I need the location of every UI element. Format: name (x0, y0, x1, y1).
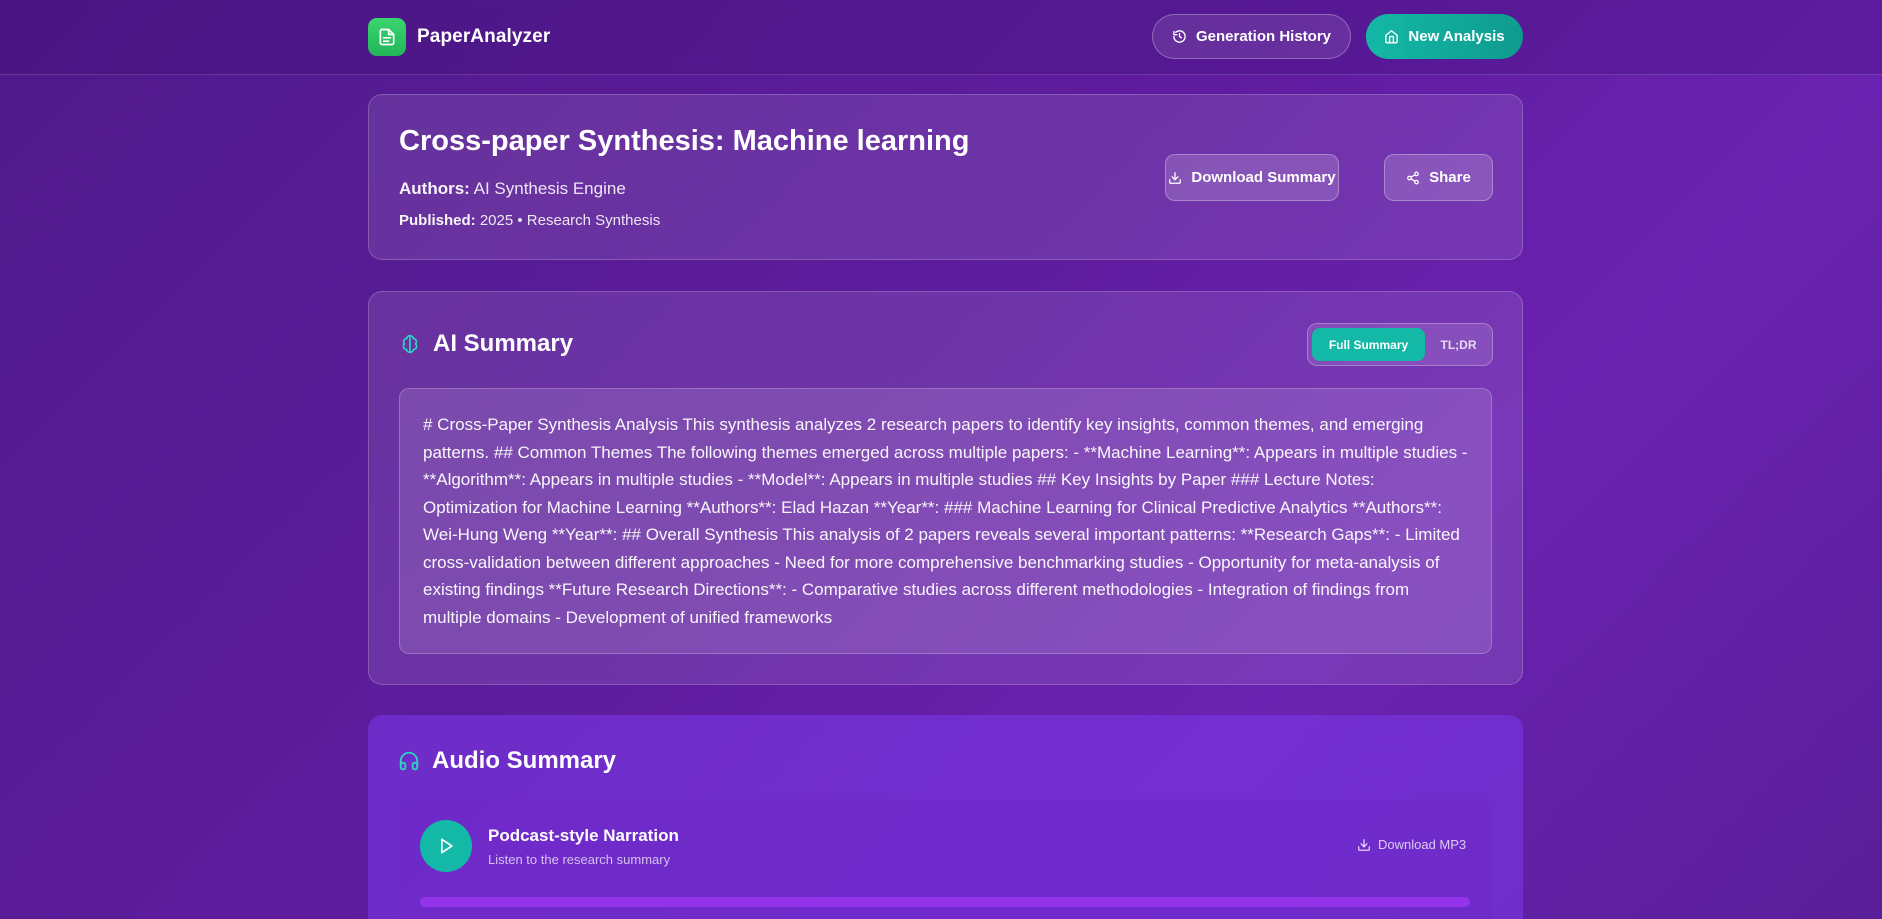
download-icon (1357, 838, 1371, 852)
audio-summary-heading: Audio Summary (398, 747, 616, 775)
download-summary-label: Download Summary (1191, 169, 1336, 186)
top-navbar: PaperAnalyzer Generation History New Ana… (0, 0, 1882, 75)
paper-published: Published: 2025 • Research Synthesis (399, 212, 660, 229)
page-title: Cross-paper Synthesis: Machine learning (399, 125, 970, 157)
audio-progress-fill (420, 897, 1470, 907)
ai-summary-title: AI Summary (433, 330, 574, 357)
paper-authors: Authors: AI Synthesis Engine (399, 179, 626, 199)
share-label: Share (1429, 169, 1471, 186)
document-icon (368, 18, 406, 56)
audio-progress-bar[interactable] (420, 897, 1470, 907)
headphones-icon (398, 750, 420, 772)
published-value: 2025 • Research Synthesis (479, 212, 661, 229)
home-icon (1384, 29, 1399, 44)
audio-summary-title: Audio Summary (432, 747, 617, 774)
tab-tldr[interactable]: TL;DR (1429, 328, 1488, 361)
tab-full-summary[interactable]: Full Summary (1312, 328, 1425, 361)
new-analysis-label: New Analysis (1408, 28, 1505, 45)
paper-header-card: Cross-paper Synthesis: Machine learning … (368, 94, 1523, 260)
narration-title: Podcast-style Narration (488, 826, 679, 845)
generation-history-button[interactable]: Generation History (1152, 14, 1351, 59)
history-icon (1172, 29, 1187, 44)
download-icon (1168, 171, 1182, 185)
audio-summary-card: Audio Summary Podcast-style Narration Li… (368, 715, 1523, 919)
download-mp3-button[interactable]: Download MP3 (1357, 837, 1466, 852)
audio-player: Podcast-style Narration Listen to the re… (398, 799, 1491, 919)
play-icon (436, 836, 456, 856)
summary-mode-toggle: Full Summary TL;DR (1307, 323, 1493, 366)
brand[interactable]: PaperAnalyzer (368, 18, 550, 56)
download-mp3-label: Download MP3 (1378, 837, 1467, 852)
summary-text: # Cross-Paper Synthesis Analysis This sy… (399, 388, 1492, 654)
authors-value: AI Synthesis Engine (473, 179, 626, 198)
narration-subtitle: Listen to the research summary (488, 852, 671, 867)
ai-summary-card: AI Summary Full Summary TL;DR # Cross-Pa… (368, 291, 1523, 685)
share-icon (1406, 171, 1420, 185)
ai-summary-heading: AI Summary (399, 330, 573, 358)
play-button[interactable] (420, 820, 472, 872)
published-label: Published: (399, 212, 476, 229)
new-analysis-button[interactable]: New Analysis (1366, 14, 1523, 59)
authors-label: Authors: (399, 179, 470, 198)
app-name: PaperAnalyzer (417, 26, 551, 47)
brain-icon (399, 333, 421, 355)
download-summary-button[interactable]: Download Summary (1165, 154, 1339, 201)
share-button[interactable]: Share (1384, 154, 1493, 201)
generation-history-label: Generation History (1195, 28, 1332, 45)
